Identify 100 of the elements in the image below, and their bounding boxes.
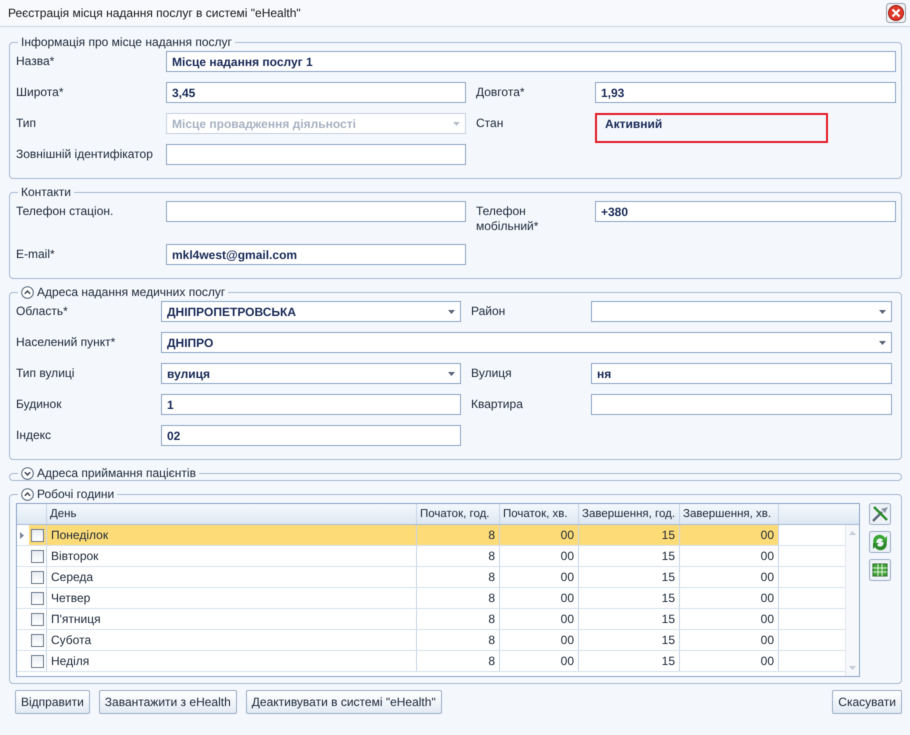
field-label: Вулиця [470,365,513,381]
table-cell: 00 [680,651,779,671]
column-header[interactable]: Початок, хв. [500,504,579,524]
dropdown-field[interactable] [591,301,892,322]
table-cell: 15 [579,609,680,629]
input-field[interactable] [591,394,892,415]
table-cell: 8 [417,525,500,545]
field-label: Населений пункт* [16,334,116,350]
refresh-icon[interactable] [869,531,891,553]
table-cell: 8 [417,588,500,608]
field-label: Тип вулиці [16,365,76,381]
table-cell: 15 [579,651,680,671]
table-cell: 15 [579,546,680,566]
field-label: E-mail* [16,246,56,262]
field-label: Телефон стаціон. [16,203,114,219]
table-cell: Субота [47,630,417,650]
checkbox[interactable] [31,592,44,604]
table-cell: 00 [500,630,579,650]
table-cell: Понеділок [47,525,417,545]
input-field[interactable]: 1,93 [595,82,896,103]
table-cell: 00 [680,546,779,566]
table-cell: 00 [500,567,579,587]
section-title: Адреса надання медичних послуг [37,285,226,299]
action-button[interactable]: Відправити [15,690,90,714]
field-label: Назва* [16,53,56,69]
checkbox[interactable] [31,612,44,626]
chevron-icon[interactable] [21,466,34,480]
checkbox[interactable] [31,634,44,646]
table-cell: Четвер [47,588,417,608]
input-field[interactable]: ня [591,363,892,384]
caret-icon [448,372,455,376]
section-title: Інформація про місце надання послуг [21,35,232,49]
field-label: Тип [16,115,38,131]
checkbox[interactable] [31,550,44,562]
table-cell: 8 [417,546,500,566]
table-cell: 8 [417,651,500,671]
table-cell: 00 [680,525,779,545]
table-row[interactable]: Субота 8 00 15 00 [17,630,845,651]
input-field[interactable]: Місце надання послуг 1 [166,51,896,72]
dropdown-field[interactable]: вулиця [161,363,461,384]
table-cell: 00 [680,567,779,587]
chevron-icon[interactable] [21,488,34,500]
window-title: Реєстрація місця надання послуг в системі "eHealth" [8,6,301,20]
input-field[interactable] [166,201,466,222]
column-header[interactable]: Початок, год. [417,504,500,524]
caret-icon [879,340,886,344]
table-row[interactable]: Четвер 8 00 15 00 [17,588,845,609]
column-header[interactable]: Завершення, год. [579,504,680,524]
tools-icon[interactable] [869,503,891,525]
table-row[interactable]: Вівторок 8 00 15 00 [17,546,845,567]
table-cell: Вівторок [47,546,417,566]
field-label: Область* [16,303,69,319]
checkbox[interactable] [31,654,44,668]
field-label: Телефон мобільний* [475,203,540,234]
column-header[interactable]: День [47,504,417,524]
table-cell: 00 [680,630,779,650]
table-row[interactable]: П'ятниця 8 00 15 00 [17,609,845,630]
table-cell: 15 [579,525,680,545]
table-cell: 15 [579,567,680,587]
input-field[interactable]: +380 [595,201,896,222]
row-pointer-icon [20,532,24,538]
table-row[interactable]: Понеділок 8 00 15 00 [17,525,845,546]
table-cell: 00 [500,525,579,545]
input-field[interactable] [166,144,466,165]
action-button[interactable]: Завантажити з eHealth [98,690,237,714]
field-label: Квартира [470,396,524,412]
table-cell: 00 [500,609,579,629]
input-field[interactable]: 1 [161,394,461,415]
input-field[interactable]: 02 [161,425,461,446]
checkbox[interactable] [31,570,44,584]
field-label: Широта* [16,84,64,100]
table-cell: 8 [417,567,500,587]
table-row[interactable]: Неділя 8 00 15 00 [17,651,845,672]
table-cell: 8 [417,609,500,629]
table-cell: 00 [500,588,579,608]
cancel-button[interactable]: Скасувати [832,690,902,714]
section-title: Адреса приймання пацієнтів [37,466,196,480]
column-header[interactable]: Завершення, хв. [680,504,779,524]
table-cell: 15 [579,588,680,608]
field-label: Індекс [16,427,52,443]
table-cell: П'ятниця [47,609,417,629]
checkbox[interactable] [31,528,44,542]
field-label: Район [470,303,506,319]
dropdown-field[interactable]: ДНІПРОПЕТРОВСЬКА [161,301,461,322]
dropdown-field[interactable]: ДНІПРО [161,332,892,353]
table-cell: 00 [500,546,579,566]
table-cell: 00 [500,651,579,671]
field-label: Довгота* [475,84,526,100]
field-label: Стан [475,115,504,131]
caret-icon [448,310,455,314]
action-button[interactable]: Деактивувати в системі "eHealth" [246,690,442,714]
field-label: Будинок [16,396,62,412]
table-icon[interactable] [869,559,891,581]
section-title: Робочі години [37,487,114,501]
input-field[interactable]: 3,45 [166,82,466,103]
section-title: Контакти [21,185,71,199]
close-icon[interactable] [886,3,906,23]
input-field[interactable]: mkl4west@gmail.com [166,244,466,265]
table-row[interactable]: Середа 8 00 15 00 [17,567,845,588]
chevron-icon[interactable] [21,286,34,298]
